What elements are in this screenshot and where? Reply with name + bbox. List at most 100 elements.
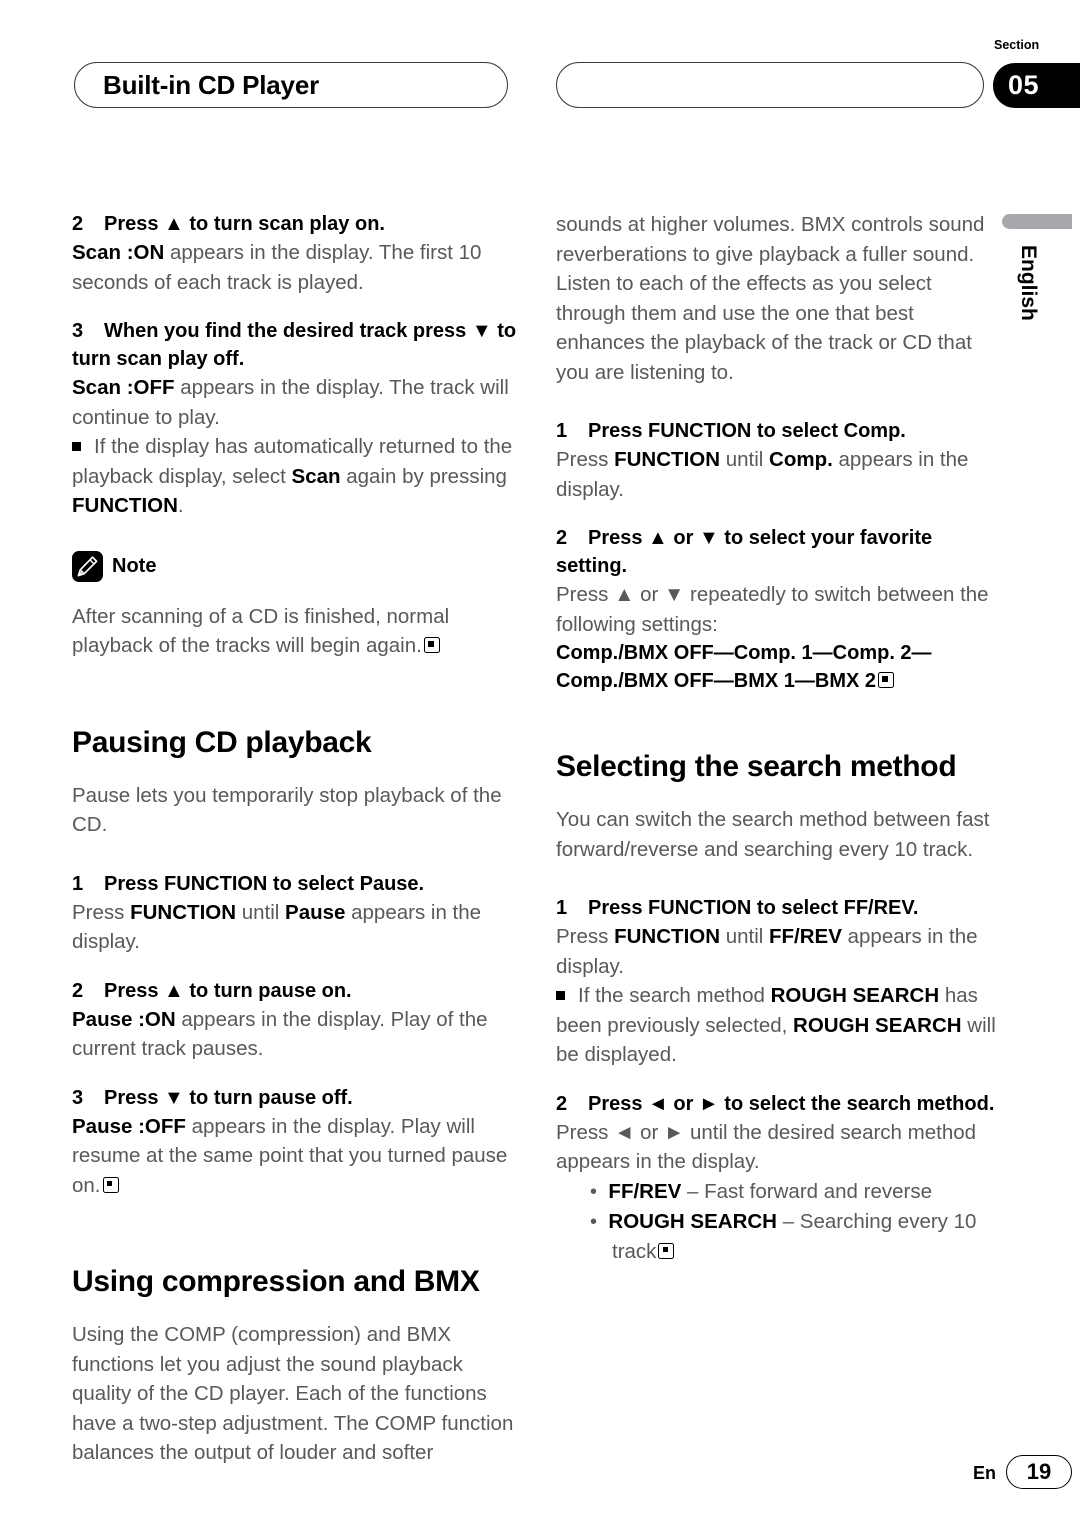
step-number: 2 (556, 527, 568, 549)
page-header: Built-in CD Player Section 05 (0, 38, 1080, 118)
language-tab-label: English (1017, 245, 1040, 321)
ffrev-p1: Press (556, 925, 615, 948)
step-pause-on: 2 Press ▲ to turn pause on. (72, 977, 520, 1005)
end-of-section-mark-icon (102, 1176, 119, 1193)
section-label: Section (994, 38, 1040, 52)
comp-b1: FUNCTION (614, 448, 721, 471)
step-ffrev-select-body: Press FUNCTION until FF/REV appears in t… (556, 922, 1004, 981)
search-method-list: • FF/REV – Fast forward and reverse • RO… (556, 1177, 1004, 1266)
heading-using-compression-and-bmx: Using compression and BMX (72, 1265, 480, 1298)
section-number: 05 (1008, 70, 1040, 100)
square-bullet-icon (556, 991, 565, 1000)
bullet-scan-part2: again by pressing (340, 464, 507, 488)
header-blank-pill (556, 62, 984, 108)
step-number: 2 (72, 213, 84, 235)
pause-b2: Pause (285, 900, 346, 924)
list-item: • ROUGH SEARCH – Searching every 10 trac… (556, 1207, 1004, 1266)
display-value-pause-on: Pause :ON (72, 1007, 176, 1031)
display-value-pause-off: Pause :OFF (72, 1114, 186, 1138)
step-pause-on-body: Pause :ON appears in the display. Play o… (72, 1005, 520, 1064)
list-item-desc: – Fast forward and reverse (681, 1179, 932, 1203)
step-pause-select: 1 Press FUNCTION to select Pause. (72, 870, 520, 898)
step-number: 2 (556, 1092, 568, 1115)
step-number: 1 (556, 420, 568, 442)
step-comp-setting: 2 Press ▲ or ▼ to select your favorite se… (556, 524, 1004, 580)
step-ffrev-choose: 2 Press ◄ or ► to select the search metho… (556, 1090, 1004, 1118)
step-comp-setting-body: Press ▲ or ▼ repeatedly to switch betwee… (556, 583, 989, 636)
step-text: Press ▲ to turn pause on. (104, 979, 352, 1002)
list-item-term: ROUGH SEARCH (608, 1209, 777, 1233)
pause-p2: until (236, 900, 286, 924)
note-label: Note (112, 554, 157, 577)
footer-language-code: En (972, 1463, 996, 1483)
page-number: 19 (1006, 1455, 1072, 1489)
search-intro: You can switch the search method between… (556, 808, 990, 861)
step-text: Press ▲ to turn scan play on. (104, 213, 385, 235)
rough-b1: ROUGH SEARCH (770, 984, 940, 1007)
square-bullet-icon (72, 442, 81, 451)
heading-selecting-the-search-method: Selecting the search method (556, 750, 957, 783)
heading-pausing-cd-playback: Pausing CD playback (72, 725, 372, 759)
ffrev-p2: until (720, 925, 770, 948)
step-text: Press ▲ or ▼ to select your favorite set… (556, 527, 933, 577)
bullet-dot-icon: • (590, 1210, 598, 1233)
pencil-note-icon (72, 550, 103, 582)
compression-intro-continued: sounds at higher volumes. BMX controls s… (556, 213, 985, 384)
end-of-section-mark-icon (878, 672, 895, 688)
step-number: 1 (72, 872, 84, 895)
left-column: 2 Press ▲ to turn scan play on. Scan :ON … (72, 210, 520, 1468)
ffrev-b1: FUNCTION (614, 925, 721, 948)
bullet-dot-icon: • (590, 1180, 598, 1203)
step-ffrev-select: 1 Press FUNCTION to select FF/REV. (556, 894, 1004, 922)
list-item-term: FF/REV (608, 1179, 682, 1203)
settings-sequence-line-1: Comp./BMX OFF—Comp. 1—Comp. 2— (556, 642, 932, 664)
section-badge: 05 (993, 63, 1080, 108)
step-pause-select-body: Press FUNCTION until Pause appears in th… (72, 898, 520, 957)
step-scan-off-body: Scan :OFF appears in the display. The tr… (72, 373, 520, 432)
ffrev-b2: FF/REV (769, 925, 842, 948)
bullet-scan-bold1: Scan (291, 464, 341, 488)
step-scan-on-body: Scan :ON appears in the display. The fir… (72, 238, 520, 297)
step-number: 3 (72, 320, 84, 342)
step-text: Press FUNCTION to select FF/REV. (588, 897, 919, 919)
list-item: • FF/REV – Fast forward and reverse (556, 1177, 1004, 1207)
language-side-tab: English (1002, 214, 1072, 321)
step-number: 1 (556, 897, 568, 919)
comp-p2: until (720, 448, 770, 471)
comp-p1: Press (556, 448, 615, 471)
bullet-scan-part3: . (177, 494, 184, 517)
step-text: Press ▼ to turn pause off. (104, 1086, 353, 1109)
step-scan-off: 3 When you find the desired track press ▼… (72, 317, 520, 373)
step-comp-select-body: Press FUNCTION until Comp. appears in th… (556, 445, 1004, 504)
step-pause-off-body: Pause :OFF appears in the display. Play … (72, 1112, 520, 1201)
step-comp-select: 1 Press FUNCTION to select Comp. (556, 417, 1004, 445)
step-pause-off: 3 Press ▼ to turn pause off. (72, 1084, 520, 1112)
bullet-scan-bold2: FUNCTION (72, 494, 178, 517)
rough-p1: If the search method (578, 984, 771, 1007)
step-text: Press FUNCTION to select Pause. (104, 872, 425, 895)
display-value-scan-off: Scan :OFF (72, 376, 175, 399)
note-body-text: After scanning of a CD is finished, norm… (72, 604, 450, 658)
page-title: Built-in CD Player (103, 69, 319, 100)
note-heading: Note (72, 550, 520, 582)
display-value-scan-on: Scan :ON (72, 241, 165, 264)
page-footer: En 19 (0, 1455, 1080, 1495)
note-body: After scanning of a CD is finished, norm… (72, 602, 520, 661)
step-text: Press FUNCTION to select Comp. (588, 420, 906, 442)
language-tab-bar (1002, 214, 1072, 229)
settings-sequence-line-2: Comp./BMX OFF—BMX 1—BMX 2 (556, 667, 1004, 695)
page-title-pill: Built-in CD Player (74, 62, 508, 108)
pause-p1: Press (72, 900, 131, 924)
rough-b2: ROUGH SEARCH (793, 1013, 962, 1037)
end-of-section-mark-icon (658, 1242, 675, 1259)
step-number: 3 (72, 1086, 84, 1109)
end-of-section-mark-icon (423, 637, 440, 653)
compression-intro: Using the COMP (compression) and BMX fun… (72, 1323, 514, 1464)
right-column: sounds at higher volumes. BMX controls s… (556, 210, 1004, 1266)
pausing-intro: Pause lets you temporarily stop playback… (72, 783, 502, 837)
pause-b1: FUNCTION (130, 900, 237, 924)
step-scan-on: 2 Press ▲ to turn scan play on. (72, 210, 520, 238)
step-text: Press ◄ or ► to select the search method… (588, 1092, 995, 1115)
step-number: 2 (72, 979, 84, 1002)
bullet-scan-note: If the display has automatically returne… (72, 432, 520, 521)
